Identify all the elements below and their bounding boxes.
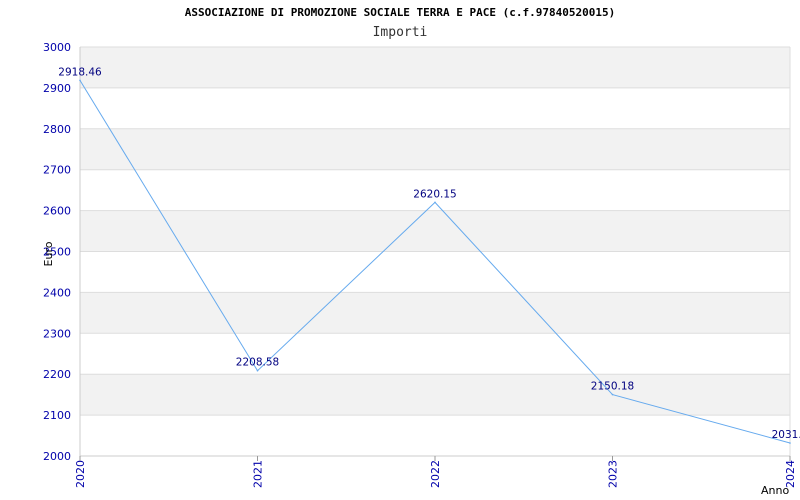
data-point (434, 201, 436, 204)
y-tick-label: 2600 (43, 205, 71, 218)
y-tick-label: 2100 (43, 409, 71, 422)
data-label: 2031.7 (772, 429, 800, 441)
x-tick-label: 2020 (74, 460, 87, 488)
data-point (256, 369, 259, 372)
x-tick-label: 2021 (252, 460, 265, 488)
plot-band (80, 47, 790, 88)
data-label: 2918.46 (58, 66, 102, 78)
plot-band (80, 292, 790, 334)
y-tick-label: 3000 (43, 41, 71, 54)
x-tick-label: 2022 (429, 460, 442, 488)
y-tick-label: 2800 (43, 123, 71, 136)
y-tick-label: 2700 (43, 164, 71, 177)
y-tick-label: 2000 (43, 450, 71, 463)
line-chart: 2000210022002300240025002600270028002900… (42, 41, 800, 497)
y-tick-label: 2900 (43, 82, 71, 95)
data-point (789, 442, 791, 444)
x-axis-ticks: 2020 2021 2022 2023 2024 (74, 456, 797, 488)
data-label: 2620.15 (413, 188, 456, 200)
y-tick-label: 2200 (43, 368, 71, 381)
data-point (79, 79, 81, 82)
y-tick-label: 2400 (43, 286, 71, 299)
x-tick-label: 2023 (607, 460, 620, 488)
y-axis-label: Euro (42, 241, 55, 266)
plot-band (80, 374, 790, 416)
plot-band (80, 210, 790, 252)
x-axis-label: Anno (761, 484, 789, 497)
y-tick-label: 2300 (43, 327, 71, 340)
plot-band (80, 128, 790, 170)
data-label: 2208.58 (236, 357, 279, 369)
data-label: 2150.18 (591, 381, 634, 393)
data-point (611, 393, 614, 396)
plot-bands (80, 47, 790, 416)
